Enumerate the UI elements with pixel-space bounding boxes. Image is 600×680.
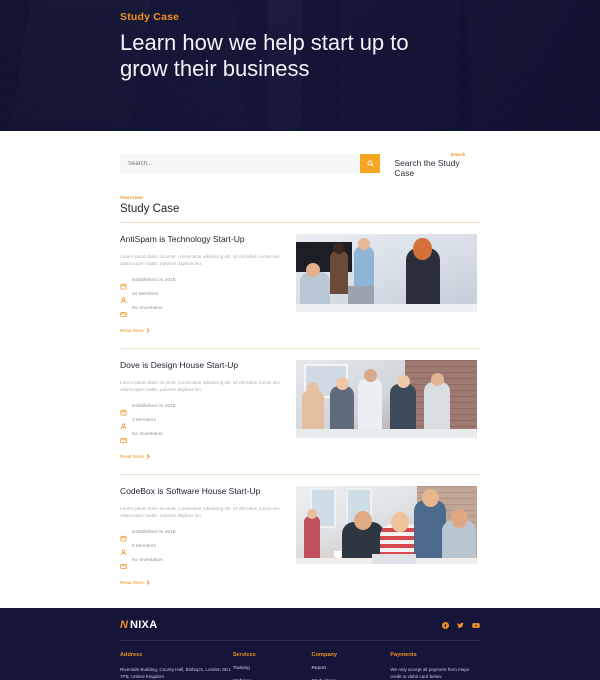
calendar-icon bbox=[120, 277, 127, 290]
footer-column-address: Address Riverside Building, County Hall,… bbox=[120, 652, 233, 680]
search-box bbox=[120, 154, 381, 173]
footer-address-text: Riverside Building, County Hall, Bishop'… bbox=[120, 667, 231, 679]
logo-text: NIXA bbox=[129, 619, 158, 631]
meta-item-established: Established on 2018 bbox=[120, 277, 286, 290]
search-button[interactable] bbox=[360, 154, 381, 173]
hero-content: Study Case Learn how we help start up to… bbox=[0, 0, 600, 82]
footer-columns: Address Riverside Building, County Hall,… bbox=[120, 652, 480, 680]
meta-text: 10 Members bbox=[132, 292, 159, 297]
card-description: Lorem ipsum dolor sit amet, consectetur … bbox=[120, 254, 281, 266]
hero-banner: Study Case Learn how we help start up to… bbox=[0, 0, 600, 131]
user-icon bbox=[120, 543, 127, 556]
read-more-link[interactable]: Read More bbox=[120, 328, 150, 335]
footer-top: N NIXA bbox=[120, 619, 480, 631]
read-more-label: Read More bbox=[120, 581, 144, 586]
site-logo[interactable]: N NIXA bbox=[120, 619, 157, 631]
chevron-right-icon bbox=[146, 454, 150, 461]
card-title: CodeBox is Software House Start-Up bbox=[120, 486, 261, 496]
study-case-card[interactable]: Dove is Design House Start-Up Lorem ipsu… bbox=[120, 349, 480, 463]
meta-item-investation: No Investation bbox=[120, 557, 286, 569]
card-meta-list: Established on 2018 10 Members No Invest… bbox=[120, 277, 286, 317]
card-icon bbox=[120, 305, 127, 317]
meta-item-established: Established on 2018 bbox=[120, 529, 286, 542]
main-content: Search Search the Study Case Overview St… bbox=[0, 131, 600, 589]
study-case-card[interactable]: AntiSpam is Technology Start-Up Lorem ip… bbox=[120, 223, 480, 337]
meta-text: No Investation bbox=[132, 432, 163, 437]
footer-heading: Payments bbox=[390, 652, 417, 658]
footer-link-training[interactable]: Training bbox=[233, 666, 312, 671]
read-more-label: Read More bbox=[120, 329, 144, 334]
meta-text: Established on 2018 bbox=[132, 404, 176, 409]
page-title: Study Case bbox=[120, 203, 180, 215]
user-icon bbox=[120, 291, 127, 304]
meta-text: 3 Members bbox=[132, 418, 156, 423]
social-links bbox=[442, 621, 480, 629]
card-photo bbox=[296, 486, 477, 564]
meta-text: Established on 2018 bbox=[132, 278, 176, 283]
user-icon bbox=[120, 417, 127, 430]
footer-heading: Address bbox=[120, 652, 143, 658]
meta-item-members: 3 Members bbox=[120, 417, 286, 430]
calendar-icon bbox=[120, 403, 127, 416]
search-label: Search the Study Case bbox=[394, 158, 460, 178]
read-more-label: Read More bbox=[120, 455, 144, 460]
footer-link-report[interactable]: Report bbox=[311, 666, 390, 671]
meta-text: No Investation bbox=[132, 306, 163, 311]
footer-payments-text: We only accept all payment from major cr… bbox=[390, 667, 470, 679]
card-description: Lorem ipsum dolor sit amet, consectetur … bbox=[120, 380, 281, 392]
meta-item-members: 10 Members bbox=[120, 291, 286, 304]
card-title: AntiSpam is Technology Start-Up bbox=[120, 234, 245, 244]
hero-title: Learn how we help start up to grow their… bbox=[120, 30, 409, 81]
chevron-right-icon bbox=[146, 580, 150, 587]
card-icon bbox=[120, 431, 127, 443]
read-more-link[interactable]: Read More bbox=[120, 580, 150, 587]
card-photo bbox=[296, 234, 477, 312]
search-row: Search Search the Study Case bbox=[120, 131, 480, 178]
overview-kicker: Overview bbox=[120, 196, 143, 201]
meta-item-members: 5 Members bbox=[120, 543, 286, 556]
card-description: Lorem ipsum dolor sit amet, consectetur … bbox=[120, 506, 281, 518]
card-meta-list: Established on 2018 3 Members No Investa… bbox=[120, 403, 286, 443]
twitter-icon[interactable] bbox=[457, 622, 464, 629]
footer-column-payments: Payments We only accept all payment from… bbox=[390, 652, 480, 680]
footer-column-company: Company Report Study Case Management bbox=[311, 652, 390, 680]
card-body: AntiSpam is Technology Start-Up Lorem ip… bbox=[120, 234, 296, 337]
hero-eyebrow: Study Case bbox=[120, 11, 180, 23]
meta-text: Established on 2018 bbox=[132, 530, 176, 535]
footer-heading: Services bbox=[232, 652, 256, 658]
search-label-group: Search Search the Study Case bbox=[394, 152, 480, 178]
meta-text: 5 Members bbox=[132, 544, 156, 549]
study-case-card[interactable]: CodeBox is Software House Start-Up Lorem… bbox=[120, 475, 480, 589]
search-kicker: Search bbox=[450, 152, 466, 157]
footer-divider bbox=[120, 640, 480, 641]
meta-item-investation: No Investation bbox=[120, 431, 286, 443]
card-body: CodeBox is Software House Start-Up Lorem… bbox=[120, 486, 296, 589]
site-footer: N NIXA Address Riverside Building, Count… bbox=[0, 608, 600, 680]
meta-item-investation: No Investation bbox=[120, 305, 286, 317]
card-body: Dove is Design House Start-Up Lorem ipsu… bbox=[120, 360, 296, 463]
meta-text: No Investation bbox=[132, 558, 163, 563]
overview-header: Overview Study Case bbox=[120, 196, 480, 215]
card-icon bbox=[120, 557, 127, 569]
calendar-icon bbox=[120, 529, 127, 542]
facebook-icon[interactable] bbox=[442, 621, 449, 629]
meta-item-established: Established on 2018 bbox=[120, 403, 286, 416]
youtube-icon[interactable] bbox=[472, 622, 480, 629]
logo-mark-icon: N bbox=[120, 619, 128, 631]
search-input[interactable] bbox=[120, 154, 361, 173]
card-meta-list: Established on 2018 5 Members No Investa… bbox=[120, 529, 286, 569]
chevron-right-icon bbox=[146, 328, 150, 335]
card-title: Dove is Design House Start-Up bbox=[120, 360, 239, 370]
read-more-link[interactable]: Read More bbox=[120, 454, 150, 461]
footer-heading: Company bbox=[311, 652, 337, 658]
card-photo bbox=[296, 360, 477, 438]
search-icon bbox=[367, 160, 374, 167]
page-root: Study Case Learn how we help start up to… bbox=[0, 0, 600, 680]
footer-column-services: Services Training Webinar Consultation bbox=[233, 652, 312, 680]
